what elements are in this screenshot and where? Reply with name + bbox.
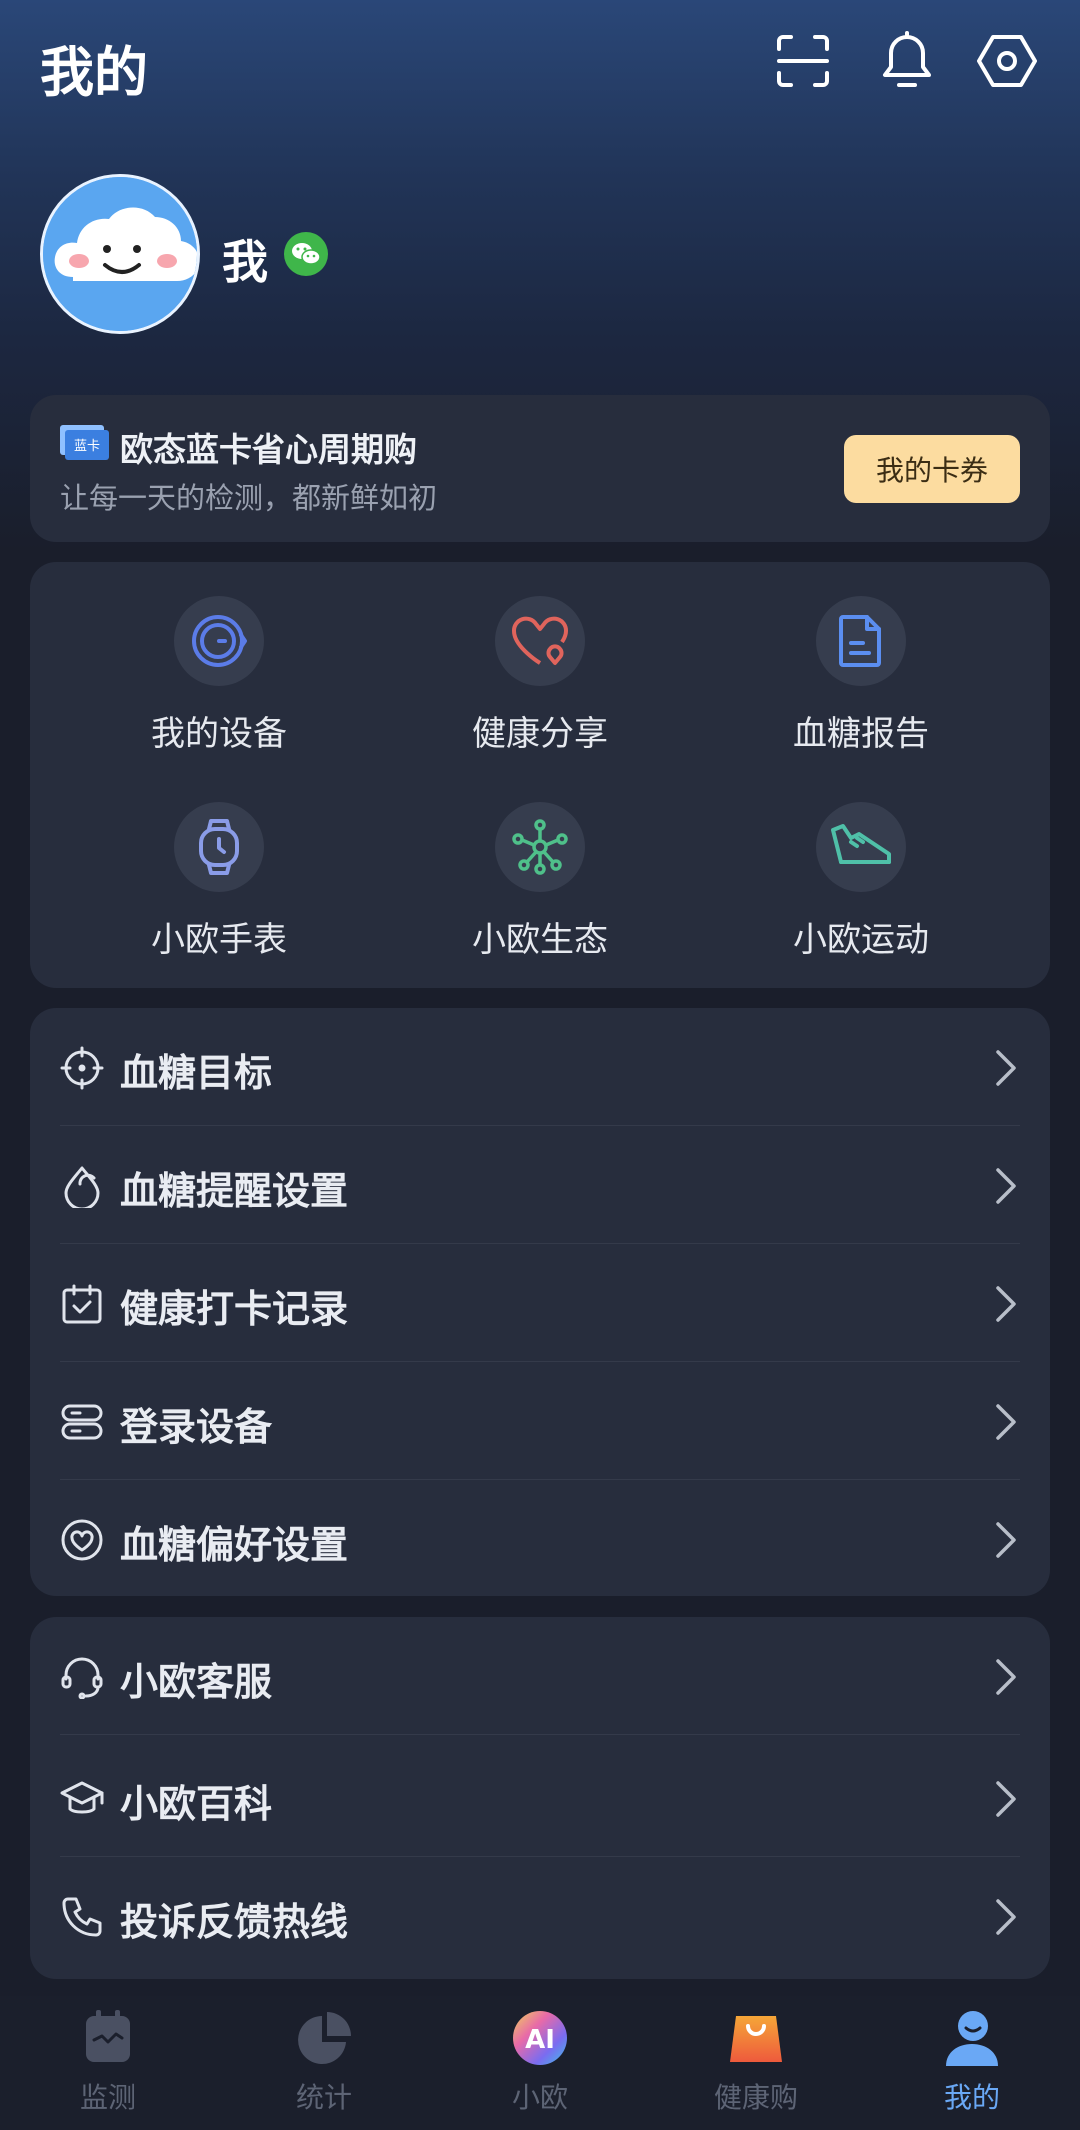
feature-sport[interactable]: 小欧运动: [711, 802, 1011, 982]
tab-me[interactable]: 我的: [864, 1996, 1080, 2130]
blue-card-icon: 蓝卡: [60, 425, 110, 465]
settings-gear-icon[interactable]: [976, 30, 1038, 92]
watch-icon: [174, 802, 264, 892]
tab-label: 我的: [943, 2081, 1000, 2114]
feature-watch[interactable]: 小欧手表: [69, 802, 369, 982]
list-item-glucose-target[interactable]: 血糖目标: [30, 1008, 1050, 1126]
promo-subtitle: 让每一天的检测，都新鲜如初: [60, 481, 438, 515]
heart-share-icon: [495, 596, 585, 686]
list-item-label: 投诉反馈热线: [120, 1900, 349, 1944]
settings-list: 血糖目标 血糖提醒设置 健康打卡记录 登录设备 血糖偏好设置: [30, 1008, 1050, 1596]
list-item-label: 登录设备: [120, 1405, 273, 1449]
feature-ecosystem[interactable]: 小欧生态: [390, 802, 690, 982]
sneaker-icon: [816, 802, 906, 892]
graduation-cap-icon: [60, 1781, 104, 1814]
tab-ai-assistant[interactable]: AI 小欧: [432, 1996, 648, 2130]
tab-label: 监测: [79, 2081, 136, 2114]
bottom-tab-bar: 监测 统计 AI 小欧 健康购 我的: [0, 1996, 1080, 2130]
list-item-login-devices[interactable]: 登录设备: [30, 1362, 1050, 1480]
promo-title: 欧态蓝卡省心周期购: [120, 430, 417, 469]
feature-label: 小欧运动: [793, 920, 929, 960]
feature-my-device[interactable]: 我的设备: [69, 596, 369, 776]
list-item-label: 血糖偏好设置: [120, 1523, 349, 1567]
chevron-right-icon: [996, 1522, 1016, 1558]
promo-card[interactable]: 蓝卡 欧态蓝卡省心周期购 让每一天的检测，都新鲜如初 我的卡券: [30, 395, 1050, 542]
tab-health-shop[interactable]: 健康购: [648, 1996, 864, 2130]
list-item-label: 血糖目标: [120, 1051, 273, 1095]
login-device-icon: [61, 1404, 103, 1440]
chevron-right-icon: [996, 1050, 1016, 1086]
list-item-glucose-preferences[interactable]: 血糖偏好设置: [30, 1480, 1050, 1598]
tab-monitor[interactable]: 监测: [0, 1996, 216, 2130]
heart-preference-icon: [61, 1519, 103, 1561]
chevron-right-icon: [996, 1899, 1016, 1935]
top-bar: 我的: [0, 0, 1080, 120]
chevron-right-icon: [996, 1404, 1016, 1440]
feature-label: 血糖报告: [793, 714, 929, 754]
tab-statistics[interactable]: 统计: [216, 1996, 432, 2130]
chevron-right-icon: [996, 1168, 1016, 1204]
report-icon: [816, 596, 906, 686]
calendar-check-icon: [62, 1284, 102, 1324]
phone-icon: [62, 1897, 102, 1937]
list-item-label: 健康打卡记录: [120, 1287, 349, 1331]
list-item-label: 小欧客服: [120, 1660, 273, 1704]
device-icon: [174, 596, 264, 686]
feature-glucose-report[interactable]: 血糖报告: [711, 596, 1011, 776]
feature-label: 小欧生态: [472, 920, 608, 960]
list-item-glucose-reminder[interactable]: 血糖提醒设置: [30, 1126, 1050, 1244]
feature-health-share[interactable]: 健康分享: [390, 596, 690, 776]
monitor-icon: [86, 2010, 130, 2062]
feature-label: 健康分享: [472, 714, 608, 754]
support-list: 小欧客服 小欧百科 投诉反馈热线: [30, 1617, 1050, 1979]
chevron-right-icon: [996, 1286, 1016, 1322]
tab-label: 统计: [295, 2081, 352, 2114]
ecosystem-icon: [495, 802, 585, 892]
list-item-label: 小欧百科: [120, 1782, 273, 1826]
tab-label: 健康购: [713, 2081, 798, 2114]
page-title: 我的: [40, 41, 148, 104]
list-item-customer-service[interactable]: 小欧客服: [30, 1617, 1050, 1735]
username: 我: [222, 235, 268, 289]
feature-label: 我的设备: [151, 714, 287, 754]
shopping-bag-icon: [730, 2016, 782, 2062]
chevron-right-icon: [996, 1659, 1016, 1695]
list-item-label: 血糖提醒设置: [120, 1169, 349, 1213]
my-coupons-button[interactable]: 我的卡券: [844, 435, 1020, 503]
drop-reminder-icon: [64, 1166, 100, 1208]
feature-label: 小欧手表: [151, 920, 287, 960]
user-icon: [946, 2011, 998, 2066]
scan-icon[interactable]: [772, 30, 834, 92]
pie-chart-icon: [298, 2012, 351, 2064]
list-item-health-checkin[interactable]: 健康打卡记录: [30, 1244, 1050, 1362]
chevron-right-icon: [996, 1781, 1016, 1817]
cloud-avatar-icon: [43, 177, 197, 331]
feature-grid: 我的设备 健康分享 血糖报告 小欧手表 小欧生态 小欧运动: [30, 562, 1050, 988]
list-item-complaint-hotline[interactable]: 投诉反馈热线: [30, 1857, 1050, 1975]
list-item-encyclopedia[interactable]: 小欧百科: [30, 1739, 1050, 1857]
svg-text:AI: AI: [525, 2025, 555, 2055]
ai-icon: AI: [513, 2011, 567, 2065]
target-icon: [60, 1046, 104, 1090]
bell-icon[interactable]: [876, 30, 938, 92]
headset-icon: [61, 1657, 103, 1699]
tab-label: 小欧: [511, 2081, 568, 2114]
wechat-icon: [284, 232, 328, 276]
divider: [60, 1734, 1020, 1735]
svg-text:蓝卡: 蓝卡: [74, 439, 100, 454]
avatar[interactable]: [40, 174, 200, 334]
